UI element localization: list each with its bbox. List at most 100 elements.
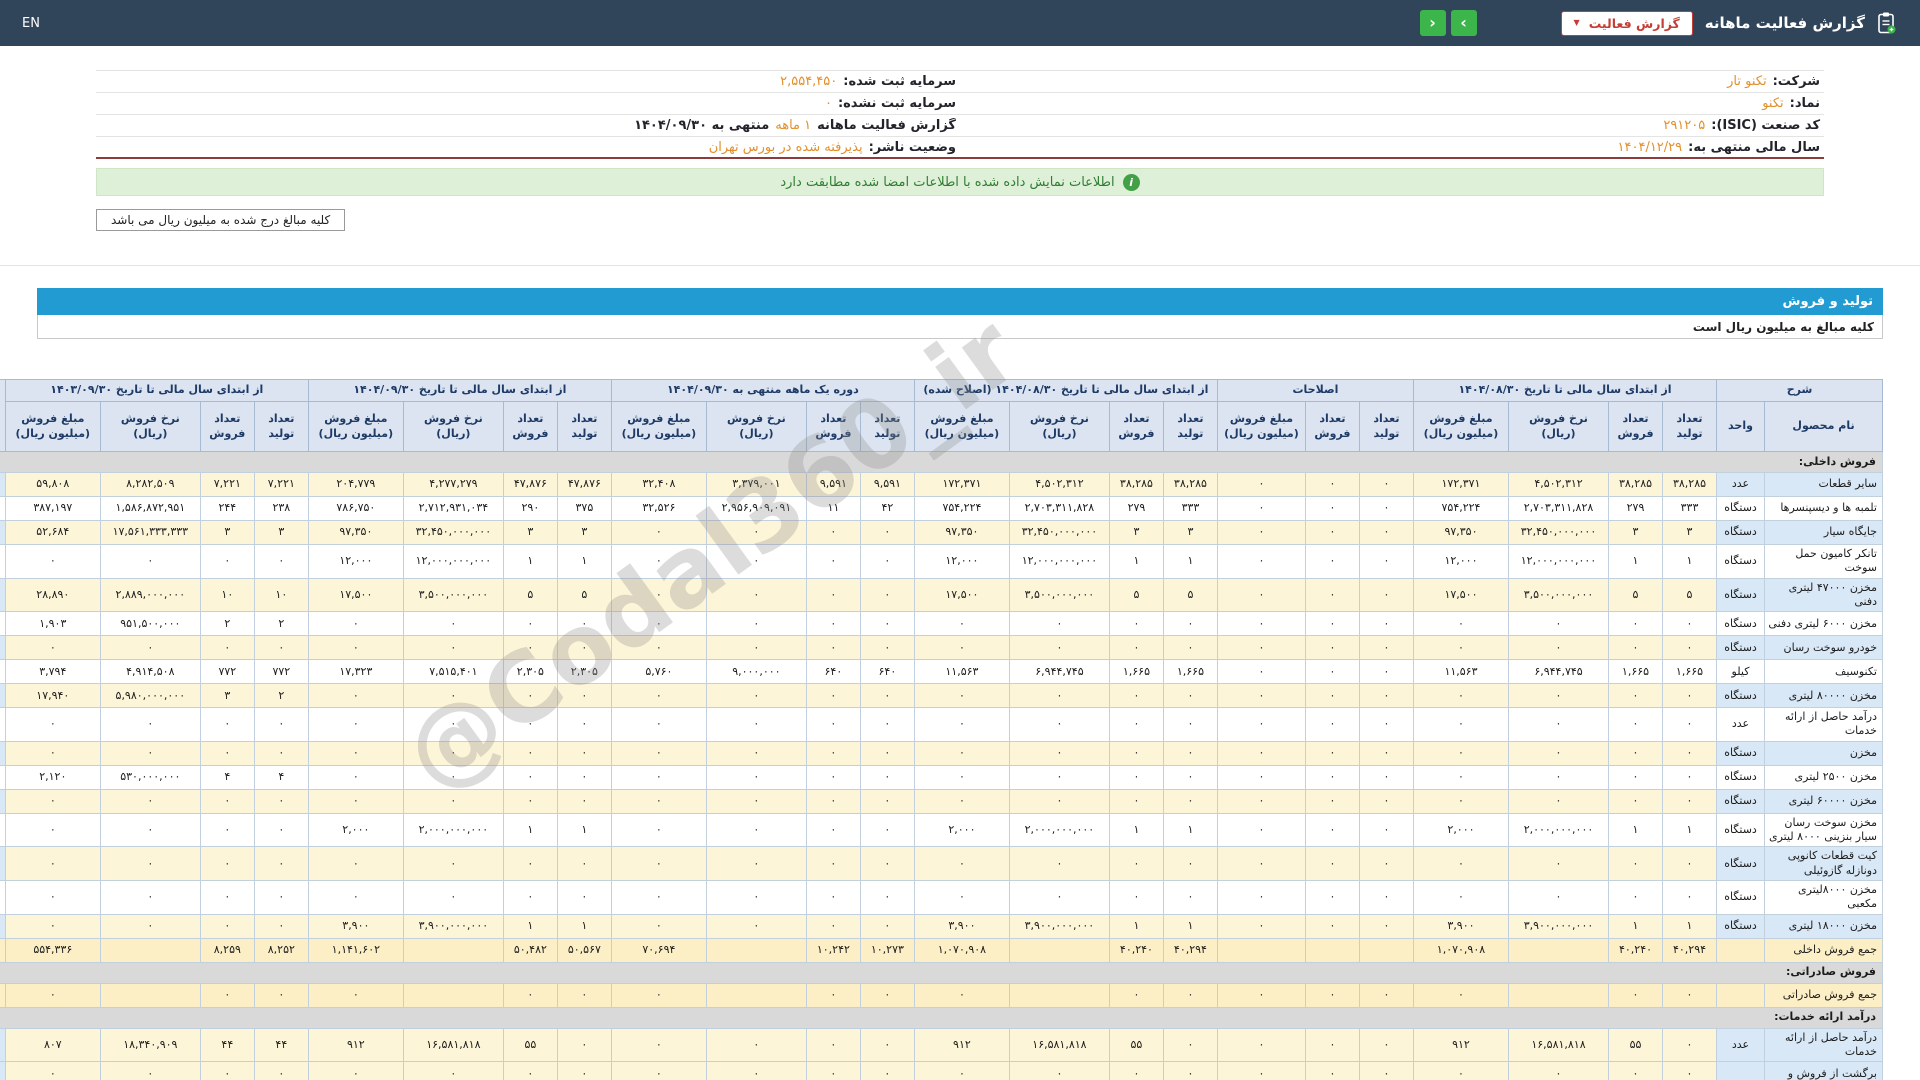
value-cell: ۰ bbox=[806, 1062, 860, 1080]
product-name-cell: مخزن ۲۵۰۰ لیتری bbox=[1765, 765, 1883, 789]
value-cell: ۰ bbox=[503, 847, 557, 881]
column-header: تعداد تولید bbox=[860, 402, 914, 452]
value-cell: ۳۲,۴۵۰,۰۰۰,۰۰۰ bbox=[1509, 521, 1609, 545]
value-cell: ۰ bbox=[557, 636, 611, 660]
value-cell: ۵ bbox=[1109, 578, 1163, 612]
status-cell: تولید bbox=[0, 578, 5, 612]
value-cell: ۰ bbox=[254, 1062, 308, 1080]
info-cell-report-period: گزارش فعالیت ماهانه ۱ ماهه منتهی به ۱۴۰۴… bbox=[96, 118, 960, 133]
info-cell-company: شرکت: تکنو تار bbox=[960, 74, 1824, 89]
value-cell: ۰ bbox=[254, 983, 308, 1007]
signature-match-banner: i اطلاعات نمایش داده شده با اطلاعات امضا… bbox=[96, 168, 1824, 196]
value-cell: ۳,۹۰۰ bbox=[308, 914, 403, 938]
value-cell: ۰ bbox=[1217, 880, 1305, 914]
value-cell: ۰ bbox=[254, 880, 308, 914]
value-cell: ۵ bbox=[557, 578, 611, 612]
value-cell: ۰ bbox=[1009, 636, 1109, 660]
value-cell: ۰ bbox=[200, 847, 254, 881]
value-cell: ۰ bbox=[1359, 521, 1413, 545]
value-cell: ۰ bbox=[1359, 983, 1413, 1007]
product-column-header: نام محصول bbox=[1765, 402, 1883, 452]
value-cell: ۰ bbox=[1109, 983, 1163, 1007]
value-cell: ۰ bbox=[1663, 1062, 1717, 1080]
value-cell: ۲۸,۸۹۰ bbox=[5, 578, 100, 612]
value-cell bbox=[1509, 983, 1609, 1007]
value-cell: ۰ bbox=[308, 765, 403, 789]
value-cell: ۱ bbox=[1109, 914, 1163, 938]
value-cell: ۰ bbox=[706, 545, 806, 579]
value-cell: ۰ bbox=[254, 636, 308, 660]
value-cell: ۰ bbox=[1163, 1028, 1217, 1062]
value-cell: ۱۶,۵۸۱,۸۱۸ bbox=[1509, 1028, 1609, 1062]
value-cell: ۰ bbox=[1359, 684, 1413, 708]
value-cell: ۰ bbox=[1413, 983, 1508, 1007]
value-cell: ۰ bbox=[1359, 636, 1413, 660]
language-toggle[interactable]: EN bbox=[22, 16, 40, 31]
table-row: درآمد حاصل از ارائه خدماتعدد۰۵۵۱۶,۵۸۱,۸۱… bbox=[0, 1028, 1883, 1062]
value-cell: ۰ bbox=[1109, 880, 1163, 914]
value-cell: ۰ bbox=[1359, 660, 1413, 684]
value-cell: ۰ bbox=[1663, 765, 1717, 789]
value-cell: ۰ bbox=[860, 813, 914, 847]
value-cell: ۰ bbox=[860, 914, 914, 938]
info-cell-isic: کد صنعت (ISIC): ۲۹۱۲۰۵ bbox=[960, 118, 1824, 133]
value-cell: ۰ bbox=[200, 708, 254, 742]
value-cell: ۰ bbox=[1109, 1062, 1163, 1080]
table-unit-note: کلیه مبالغ به میلیون ریال است bbox=[37, 315, 1883, 339]
value-cell: ۳ bbox=[254, 521, 308, 545]
value-cell: ۰ bbox=[557, 1028, 611, 1062]
value-cell: ۵,۹۸۰,۰۰۰,۰۰۰ bbox=[100, 684, 200, 708]
value-cell: ۱ bbox=[1663, 914, 1717, 938]
value-cell: ۰ bbox=[557, 983, 611, 1007]
value-cell: ۰ bbox=[308, 741, 403, 765]
value-cell: ۱ bbox=[1163, 545, 1217, 579]
column-group-header: دوره یک ماهه منتهی به ۱۴۰۴/۰۹/۳۰ bbox=[611, 380, 914, 402]
value-cell: ۰ bbox=[1163, 636, 1217, 660]
value-cell: ۰ bbox=[611, 636, 706, 660]
arrow-left-button[interactable]: ‹ bbox=[1420, 10, 1446, 36]
value-cell: ۰ bbox=[611, 612, 706, 636]
value-cell: ۴۴ bbox=[254, 1028, 308, 1062]
value-cell: ۰ bbox=[1109, 708, 1163, 742]
value-cell: ۴,۹۱۴,۵۰۸ bbox=[100, 660, 200, 684]
arrow-right-button[interactable]: › bbox=[1451, 10, 1477, 36]
value-cell: ۰ bbox=[1305, 813, 1359, 847]
value-cell: ۰ bbox=[1109, 684, 1163, 708]
table-row: درآمد حاصل از ارائه خدماتعدد۰۰۰۰۰۰۰۰۰۰۰۰… bbox=[0, 708, 1883, 742]
status-cell: تولید bbox=[0, 521, 5, 545]
value-cell bbox=[1009, 983, 1109, 1007]
status-cell bbox=[0, 983, 5, 1007]
value-cell: ۱,۶۶۵ bbox=[1109, 660, 1163, 684]
product-name-cell: مخزن ۴۷۰۰۰ لیتری دفنی bbox=[1765, 578, 1883, 612]
value-cell: ۰ bbox=[557, 880, 611, 914]
value-cell: ۰ bbox=[1663, 684, 1717, 708]
value-cell: ۴۰,۲۴۰ bbox=[1109, 938, 1163, 962]
value-cell: ۰ bbox=[1217, 1028, 1305, 1062]
value-cell: ۲,۱۲۰ bbox=[5, 765, 100, 789]
info-cell-registered-capital: سرمایه ثبت شده: ۲,۵۵۴,۴۵۰ bbox=[96, 74, 960, 89]
info-cell-unregistered-capital: سرمایه ثبت نشده: ۰ bbox=[96, 96, 960, 111]
value-cell: ۲۳۸ bbox=[254, 497, 308, 521]
report-type-dropdown[interactable]: گزارش فعالیت ▼ bbox=[1561, 11, 1693, 36]
value-cell: ۰ bbox=[5, 880, 100, 914]
value-cell: ۰ bbox=[100, 880, 200, 914]
product-name-cell: تکنوسیف bbox=[1765, 660, 1883, 684]
value-cell: ۰ bbox=[200, 741, 254, 765]
value-cell: ۹۷,۳۵۰ bbox=[914, 521, 1009, 545]
info-label: سرمایه ثبت شده: bbox=[843, 74, 956, 89]
value-cell: ۰ bbox=[1163, 1062, 1217, 1080]
section-label: درآمد ارائه خدمات: bbox=[0, 1007, 1883, 1028]
value-cell: ۵۰,۵۶۷ bbox=[557, 938, 611, 962]
value-cell: ۰ bbox=[611, 983, 706, 1007]
value-cell bbox=[1217, 938, 1305, 962]
value-cell bbox=[100, 938, 200, 962]
info-label: نماد: bbox=[1790, 96, 1820, 111]
info-value: ۱۴۰۴/۱۲/۲۹ bbox=[1618, 140, 1683, 155]
table-row: تکنوسیفکیلو۱,۶۶۵۱,۶۶۵۶,۹۴۴,۷۴۵۱۱,۵۶۳۰۰۰۱… bbox=[0, 660, 1883, 684]
column-header: نرخ فروش (ریال) bbox=[100, 402, 200, 452]
value-cell: ۰ bbox=[806, 612, 860, 636]
table-row: مخزن ۸۰۰۰۰ لیتریدستگاه۰۰۰۰۰۰۰۰۰۰۰۰۰۰۰۰۰۰… bbox=[0, 684, 1883, 708]
table-row: مخزندستگاه۰۰۰۰۰۰۰۰۰۰۰۰۰۰۰۰۰۰۰۰۰۰۰تولید bbox=[0, 741, 1883, 765]
value-cell: ۰ bbox=[100, 789, 200, 813]
value-cell: ۰ bbox=[914, 765, 1009, 789]
